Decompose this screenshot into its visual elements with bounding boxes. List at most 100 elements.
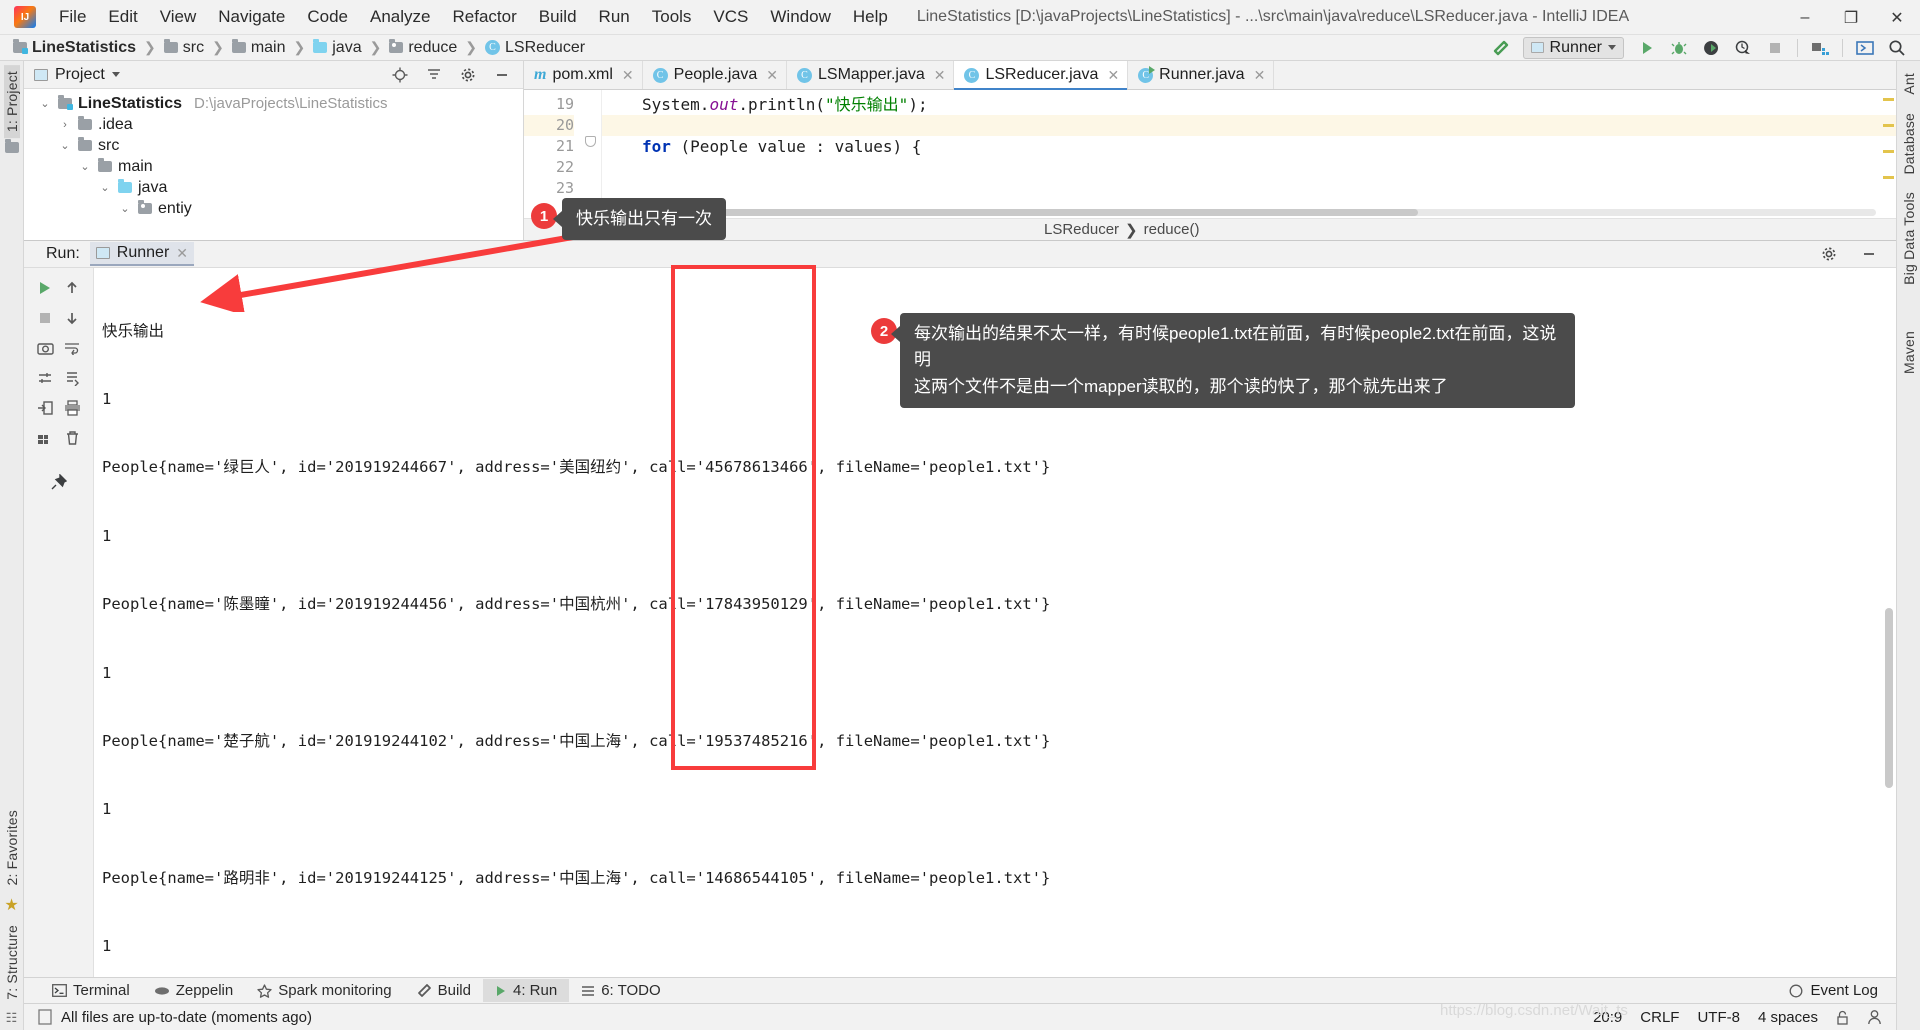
breadcrumb-item-src[interactable]: src <box>161 38 207 58</box>
console-output[interactable]: 快乐输出 1 People{name='绿巨人', id='2019192446… <box>94 268 1896 977</box>
gear-icon[interactable] <box>453 63 483 87</box>
tool-button-zeppelin[interactable]: Zeppelin <box>142 979 246 1002</box>
chevron-down-icon[interactable]: ⌄ <box>38 97 52 110</box>
menu-build[interactable]: Build <box>528 4 588 31</box>
camera-icon[interactable] <box>32 335 58 361</box>
chevron-down-icon[interactable]: ⌄ <box>58 139 72 152</box>
editor-horizontal-scrollbar[interactable] <box>672 209 1876 216</box>
import-icon[interactable] <box>32 395 58 421</box>
tree-node-src[interactable]: ⌄ src <box>24 135 523 156</box>
tool-button-favorites[interactable]: 2: Favorites <box>4 804 20 892</box>
close-icon[interactable]: ✕ <box>1107 67 1119 84</box>
tree-node-java[interactable]: ⌄ java <box>24 177 523 198</box>
error-stripe-marker[interactable] <box>1883 90 1894 218</box>
breadcrumb-item-java[interactable]: java <box>310 38 364 58</box>
chevron-down-icon[interactable]: ⌄ <box>118 202 132 215</box>
gear-icon[interactable] <box>1814 242 1844 266</box>
tab-lsreducer-java[interactable]: C LSReducer.java ✕ <box>954 61 1129 90</box>
menu-vcs[interactable]: VCS <box>702 4 759 31</box>
menu-code[interactable]: Code <box>296 4 359 31</box>
tab-lsmapper-java[interactable]: C LSMapper.java ✕ <box>787 61 955 89</box>
menu-edit[interactable]: Edit <box>97 4 148 31</box>
tool-button-spark-monitoring[interactable]: Spark monitoring <box>245 979 403 1002</box>
run-configuration-selector[interactable]: Runner <box>1522 36 1624 59</box>
pin-icon[interactable] <box>46 469 72 495</box>
tool-button-build[interactable]: Build <box>404 979 483 1002</box>
breadcrumb-class[interactable]: LSReducer <box>1044 221 1119 238</box>
debug-button[interactable] <box>1664 36 1694 60</box>
tree-node-entiy[interactable]: ⌄ entiy <box>24 198 523 219</box>
minimize-button[interactable]: – <box>1782 0 1828 35</box>
menu-analyze[interactable]: Analyze <box>359 4 441 31</box>
tool-button-project[interactable]: 1: Project <box>3 65 20 139</box>
run-with-coverage-button[interactable] <box>1696 36 1726 60</box>
file-encoding[interactable]: UTF-8 <box>1697 1009 1740 1026</box>
breadcrumb-item-reduce[interactable]: reduce <box>386 38 460 58</box>
breadcrumb-method[interactable]: reduce() <box>1144 221 1200 238</box>
close-icon[interactable]: ✕ <box>1254 67 1266 84</box>
tool-button-structure[interactable]: 7: Structure <box>4 919 20 1006</box>
trash-icon[interactable] <box>59 425 85 451</box>
run-button[interactable] <box>1632 36 1662 60</box>
tree-node-linestatistics[interactable]: ⌄ LineStatistics D:\javaProjects\LineSta… <box>24 93 523 114</box>
menu-refactor[interactable]: Refactor <box>441 4 527 31</box>
caret-position[interactable]: 20:9 <box>1593 1009 1622 1026</box>
lock-icon[interactable] <box>1836 1010 1849 1025</box>
menu-tools[interactable]: Tools <box>641 4 703 31</box>
tool-button-terminal[interactable]: Terminal <box>40 979 142 1002</box>
close-icon[interactable]: ✕ <box>176 245 188 262</box>
tab-runner-java[interactable]: C Runner.java ✕ <box>1128 61 1275 89</box>
close-icon[interactable]: ✕ <box>622 67 634 84</box>
tab-pom-xml[interactable]: m pom.xml ✕ <box>524 61 643 89</box>
menu-navigate[interactable]: Navigate <box>207 4 296 31</box>
build-hammer-icon[interactable] <box>1485 36 1515 60</box>
profile-button[interactable] <box>1728 36 1758 60</box>
close-icon[interactable]: ✕ <box>766 67 778 84</box>
breadcrumb-item-project[interactable]: LineStatistics <box>10 38 139 58</box>
menu-file[interactable]: File <box>48 4 97 31</box>
rerun-button[interactable] <box>32 275 58 301</box>
maximize-button[interactable]: ❐ <box>1828 0 1874 35</box>
tool-button-run[interactable]: 4: Run <box>482 979 570 1002</box>
tab-people-java[interactable]: C People.java ✕ <box>643 61 787 89</box>
minimize-icon[interactable] <box>1854 242 1884 266</box>
soft-wrap-icon[interactable] <box>59 335 85 361</box>
tool-button-maven[interactable]: Maven <box>1901 325 1917 380</box>
breadcrumb-item-main[interactable]: main <box>229 38 289 58</box>
user-icon[interactable] <box>1867 1009 1882 1025</box>
menu-run[interactable]: Run <box>588 4 641 31</box>
stop-button[interactable] <box>32 305 58 331</box>
close-icon[interactable]: ✕ <box>934 67 946 84</box>
event-log-button[interactable]: Event Log <box>1789 982 1896 999</box>
terminal-toggle-icon[interactable] <box>1850 36 1880 60</box>
chevron-down-icon[interactable]: ⌄ <box>98 181 112 194</box>
line-separator[interactable]: CRLF <box>1640 1009 1679 1026</box>
chevron-down-icon[interactable]: ⌄ <box>78 160 92 173</box>
fold-gutter[interactable] <box>582 90 602 218</box>
tool-button-big-data-tools[interactable]: Big Data Tools <box>1901 186 1917 291</box>
console-vertical-scrollbar[interactable] <box>1885 608 1893 788</box>
hide-panel-icon[interactable] <box>487 63 517 87</box>
project-panel-title-group[interactable]: Project <box>34 66 120 84</box>
scroll-to-end-icon[interactable] <box>59 365 85 391</box>
tool-button-ant[interactable]: Ant <box>1901 67 1917 101</box>
close-button[interactable]: ✕ <box>1874 0 1920 35</box>
menu-help[interactable]: Help <box>842 4 899 31</box>
collapse-all-icon[interactable] <box>419 63 449 87</box>
scroll-down-button[interactable] <box>59 305 85 331</box>
code-editor[interactable]: 19 20 21 22 23 System.out.println("快乐输出"… <box>524 90 1896 218</box>
settings-console-icon[interactable] <box>32 365 58 391</box>
tool-button-todo[interactable]: 6: TODO <box>569 979 672 1002</box>
stop-button[interactable] <box>1760 36 1790 60</box>
scroll-up-button[interactable] <box>59 275 85 301</box>
fold-marker-icon[interactable] <box>585 136 596 147</box>
tree-node-main[interactable]: ⌄ main <box>24 156 523 177</box>
run-tab-runner[interactable]: Runner ✕ <box>89 242 195 266</box>
tree-node-idea[interactable]: › .idea <box>24 114 523 135</box>
menu-view[interactable]: View <box>149 4 208 31</box>
code-text[interactable]: System.out.println("快乐输出"); for (People … <box>602 90 1896 218</box>
breadcrumb-item-class[interactable]: C LSReducer <box>482 38 588 58</box>
tool-button-database[interactable]: Database <box>1901 107 1917 181</box>
grid-icon[interactable] <box>32 425 58 451</box>
print-icon[interactable] <box>59 395 85 421</box>
